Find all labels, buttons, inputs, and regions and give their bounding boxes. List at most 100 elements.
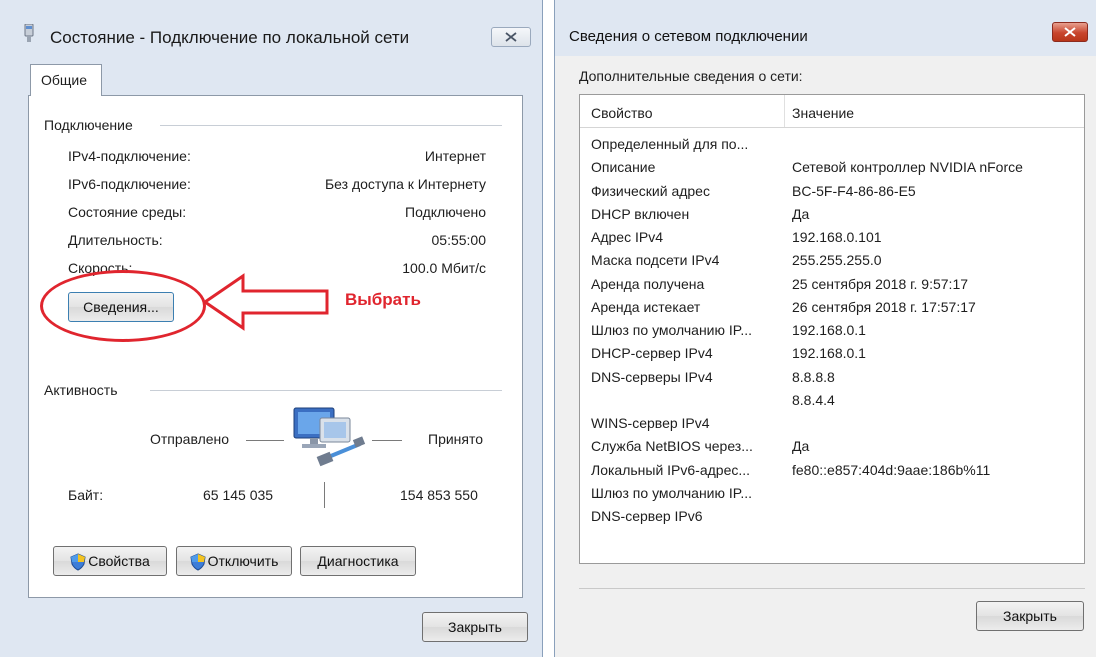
- value-cell: 26 сентября 2018 г. 17:57:17: [792, 298, 976, 315]
- details-dialog-titlebar[interactable]: Сведения о сетевом подключении: [555, 0, 1096, 56]
- activity-group-label: Активность: [44, 382, 126, 398]
- diagnose-button[interactable]: Диагностика: [300, 546, 416, 576]
- list-item[interactable]: Физический адрес BC-5F-F4-86-86-E5: [580, 183, 1084, 205]
- column-header-value[interactable]: Значение: [792, 105, 854, 121]
- property-cell: Шлюз по умолчанию IP...: [591, 484, 752, 501]
- list-item[interactable]: Служба NetBIOS через... Да: [580, 438, 1084, 460]
- annotation-label: Выбрать: [345, 290, 421, 309]
- list-item[interactable]: 8.8.4.4: [580, 392, 1084, 414]
- annotation-arrow-icon: [203, 273, 329, 331]
- value-cell: Да: [792, 438, 810, 455]
- list-item[interactable]: Аренда истекает 26 сентября 2018 г. 17:57…: [580, 299, 1084, 321]
- list-item[interactable]: WINS-сервер IPv4: [580, 415, 1084, 437]
- list-item[interactable]: DNS-сервер IPv6: [580, 508, 1084, 530]
- properties-button-label: Свойства: [88, 553, 150, 569]
- info-row-label: IPv4-подключение:: [68, 148, 191, 164]
- received-label: Принято: [428, 431, 484, 447]
- info-row-label: Состояние среды:: [68, 204, 187, 220]
- close-button[interactable]: [1052, 22, 1088, 42]
- value-cell: 255.255.255.0: [792, 252, 882, 269]
- info-row-value: Без доступа к Интернету: [324, 176, 486, 192]
- dialog-divider: [579, 588, 1085, 589]
- property-cell: DNS-серверы IPv4: [591, 368, 713, 385]
- list-item[interactable]: Шлюз по умолчанию IP...: [580, 485, 1084, 507]
- property-cell: Служба NetBIOS через...: [591, 438, 753, 455]
- status-dialog-title: Состояние - Подключение по локальной сет…: [50, 28, 410, 47]
- property-cell: Локальный IPv6-адрес...: [591, 461, 751, 478]
- list-item[interactable]: DHCP-сервер IPv4 192.168.0.1: [580, 345, 1084, 367]
- info-row-label: IPv6-подключение:: [68, 176, 191, 192]
- properties-button[interactable]: Свойства: [53, 546, 167, 576]
- list-item[interactable]: Шлюз по умолчанию IP... 192.168.0.1: [580, 322, 1084, 344]
- property-cell: Адрес IPv4: [591, 229, 663, 245]
- list-item[interactable]: Аренда получена 25 сентября 2018 г. 9:57:…: [580, 276, 1084, 298]
- info-row-ipv6: IPv6-подключение: Без доступа к Интернет…: [68, 176, 486, 196]
- property-cell: Маска подсети IPv4: [591, 252, 720, 269]
- bytes-sent-value: 65 145 035: [203, 487, 274, 503]
- value-cell: Да: [792, 205, 810, 222]
- list-item[interactable]: Локальный IPv6-адрес... fe80::e857:404d:9…: [580, 462, 1084, 484]
- property-cell: DHCP включен: [591, 205, 690, 222]
- list-item[interactable]: Адрес IPv4 192.168.0.101: [580, 229, 1084, 251]
- list-item[interactable]: Определенный для по...: [580, 136, 1084, 158]
- close-dialog-button[interactable]: Закрыть: [422, 612, 528, 642]
- shield-icon: [70, 553, 86, 571]
- value-cell: BC-5F-F4-86-86-E5: [792, 182, 916, 199]
- info-row-label: Длительность:: [68, 232, 163, 248]
- property-cell: Шлюз по умолчанию IP...: [591, 322, 752, 338]
- disable-button[interactable]: Отключить: [176, 546, 292, 576]
- value-cell: 192.168.0.1: [792, 322, 866, 338]
- info-row-value: Интернет: [424, 148, 486, 164]
- value-cell: fe80::e857:404d:9aae:186b%11: [792, 461, 991, 478]
- disable-button-label: Отключить: [207, 553, 279, 569]
- bytes-divider: [324, 482, 325, 508]
- property-cell: Аренда истекает: [591, 298, 701, 315]
- network-computers-icon: [293, 407, 366, 467]
- column-header-property[interactable]: Свойство: [591, 105, 652, 121]
- value-cell: 25 сентября 2018 г. 9:57:17: [792, 275, 969, 292]
- column-separator[interactable]: [784, 95, 785, 127]
- connection-group-divider: [160, 125, 502, 126]
- details-dialog: Сведения о сетевом подключении Дополните…: [554, 0, 1096, 657]
- shield-icon: [190, 553, 206, 571]
- property-cell: Физический адрес: [591, 182, 710, 199]
- property-cell: DNS-сервер IPv6: [591, 508, 703, 524]
- status-dialog-titlebar[interactable]: Состояние - Подключение по локальной сет…: [0, 0, 543, 60]
- property-cell: Описание: [591, 159, 656, 176]
- tab-general[interactable]: Общие: [30, 64, 102, 96]
- list-item[interactable]: Описание Сетевой контроллер NVIDIA nForce: [580, 159, 1084, 181]
- info-row-ipv4: IPv4-подключение: Интернет: [68, 148, 486, 168]
- info-row-media-state: Состояние среды: Подключено: [68, 204, 486, 224]
- bytes-received-value: 154 853 550: [400, 487, 478, 503]
- sent-line: [246, 440, 284, 441]
- close-icon: [505, 32, 517, 42]
- value-cell: 192.168.0.101: [792, 229, 882, 245]
- property-cell: DHCP-сервер IPv4: [591, 345, 713, 362]
- details-subtitle: Дополнительные сведения о сети:: [579, 68, 803, 84]
- info-row-value: 05:55:00: [431, 232, 487, 248]
- status-dialog: Состояние - Подключение по локальной сет…: [0, 0, 543, 657]
- list-item[interactable]: DHCP включен Да: [580, 206, 1084, 228]
- property-cell: Определенный для по...: [591, 136, 749, 152]
- value-cell: 8.8.8.8: [792, 368, 835, 385]
- property-cell: Аренда получена: [591, 275, 705, 292]
- general-panel: [28, 95, 523, 598]
- close-button[interactable]: [491, 27, 531, 47]
- received-line: [372, 440, 402, 441]
- info-row-value: 100.0 Мбит/с: [402, 260, 486, 276]
- value-cell: 8.8.4.4: [792, 391, 835, 408]
- details-dialog-title: Сведения о сетевом подключении: [569, 28, 808, 45]
- property-cell: WINS-сервер IPv4: [591, 415, 710, 431]
- details-list[interactable]: Свойство Значение Определенный для по...…: [579, 94, 1085, 564]
- sent-label: Отправлено: [150, 431, 230, 447]
- list-item[interactable]: DNS-серверы IPv4 8.8.8.8: [580, 369, 1084, 391]
- list-header: Свойство Значение: [580, 95, 1084, 128]
- connection-group-label: Подключение: [44, 117, 141, 133]
- info-row-duration: Длительность: 05:55:00: [68, 232, 486, 252]
- close-icon: [1064, 27, 1076, 37]
- close-dialog-button[interactable]: Закрыть: [976, 601, 1084, 631]
- bytes-label: Байт:: [68, 487, 104, 503]
- info-row-value: Подключено: [405, 204, 486, 220]
- value-cell: 192.168.0.1: [792, 345, 866, 362]
- list-item[interactable]: Маска подсети IPv4 255.255.255.0: [580, 252, 1084, 274]
